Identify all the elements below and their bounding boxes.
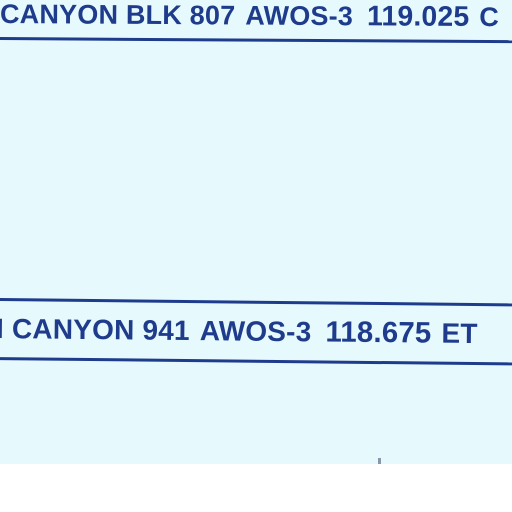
weather-service-type: AWOS-3 bbox=[199, 315, 312, 348]
weather-service-type: AWOS-3 bbox=[245, 0, 354, 32]
frequency: 118.675 bbox=[325, 315, 432, 350]
truncated-text: C bbox=[479, 1, 500, 33]
scan-speck bbox=[378, 458, 381, 464]
frequency: 119.025 bbox=[366, 0, 470, 33]
station-name: CANYON BLK 807 bbox=[0, 0, 236, 31]
truncated-text: ET bbox=[441, 317, 478, 350]
awos-label-text: CANYON BLK 807 AWOS-3 119.025 C bbox=[0, 0, 499, 34]
awos-label-text: I CANYON 941 AWOS-3 118.675 ET bbox=[0, 312, 478, 351]
station-name: I CANYON 941 bbox=[0, 313, 190, 347]
awos-label-box: CANYON BLK 807 AWOS-3 119.025 C bbox=[0, 0, 512, 44]
awos-label-box: I CANYON 941 AWOS-3 118.675 ET bbox=[0, 298, 512, 366]
chart-area: CANYON BLK 807 AWOS-3 119.025 C I CANYON 94… bbox=[0, 0, 512, 464]
